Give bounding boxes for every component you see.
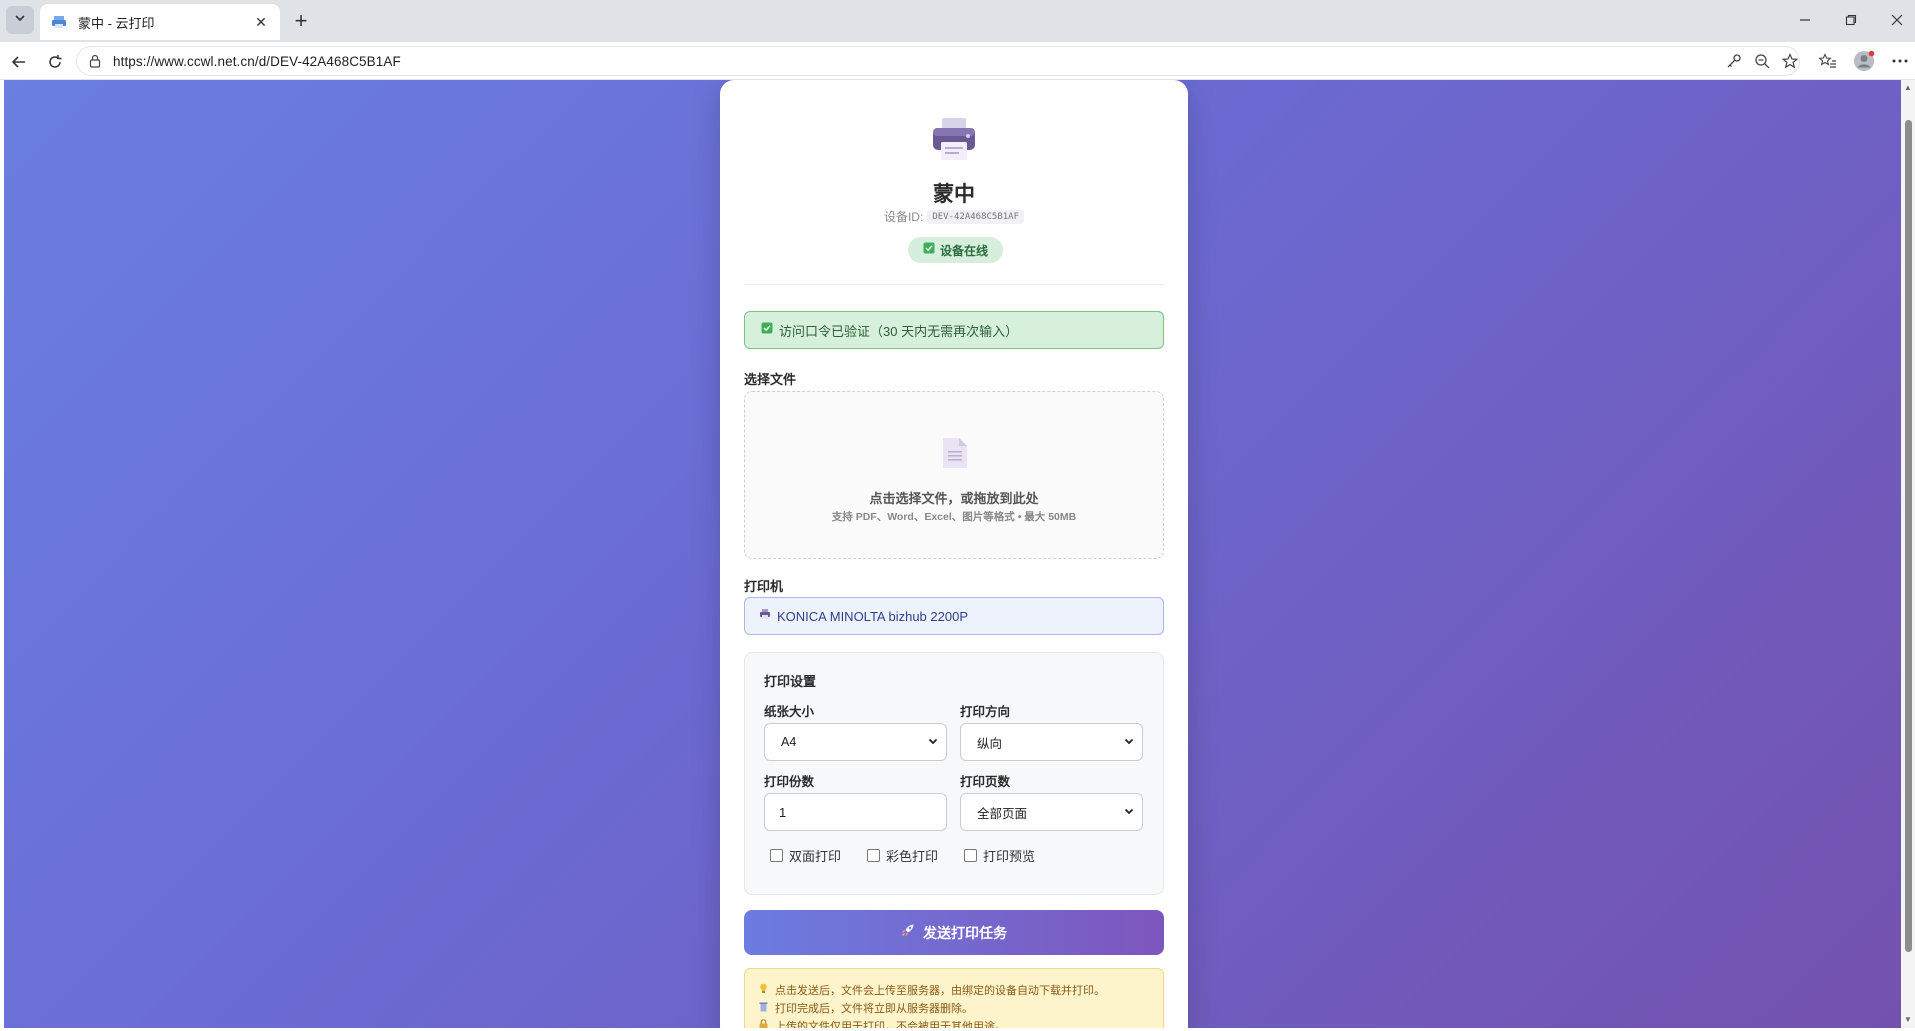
page-scrollbar[interactable]: ▲ ▼ bbox=[1901, 80, 1915, 1028]
trash-icon bbox=[759, 1001, 769, 1015]
printer-icon bbox=[930, 116, 978, 162]
restore-icon[interactable] bbox=[1836, 8, 1866, 32]
device-id-label: 设备ID: bbox=[883, 210, 924, 224]
url-field[interactable]: https://www.ccwl.net.cn/d/DEV-42A468C5B1… bbox=[76, 46, 1800, 76]
divider bbox=[744, 284, 1164, 285]
chevron-down-icon bbox=[928, 733, 938, 751]
file-drop-zone[interactable]: 点击选择文件，或拖放到此处 支持 PDF、Word、Excel、图片等格式 • … bbox=[744, 391, 1164, 559]
scroll-thumb[interactable] bbox=[1905, 120, 1912, 952]
copies-value: 1 bbox=[779, 804, 787, 820]
close-window-icon[interactable] bbox=[1882, 8, 1912, 32]
notice-line: 上传的文件仅用于打印，不会被用于其他用途。 bbox=[759, 1017, 1163, 1028]
tab-title: 蒙中 - 云打印 bbox=[78, 15, 155, 31]
check-icon bbox=[923, 241, 935, 259]
drop-zone-hint: 支持 PDF、Word、Excel、图片等格式 • 最大 50MB bbox=[831, 511, 1077, 523]
paper-size-select[interactable]: A4 bbox=[764, 723, 947, 761]
lightbulb-icon bbox=[759, 983, 769, 997]
send-print-job-button[interactable]: 发送打印任务 bbox=[744, 910, 1164, 955]
paper-size-value: A4 bbox=[781, 735, 797, 749]
notice-line: 点击发送后，文件会上传至服务器，由绑定的设备自动下载并打印。 bbox=[759, 981, 1163, 999]
chevron-down-icon bbox=[1124, 803, 1134, 821]
notice-line: 打印完成后，文件将立即从服务器删除。 bbox=[759, 999, 1163, 1017]
notice-box: 点击发送后，文件会上传至服务器，由绑定的设备自动下载并打印。 打印完成后，文件将… bbox=[744, 968, 1164, 1028]
status-badge: 设备在线 bbox=[908, 237, 1003, 263]
paper-size-label: 纸张大小 bbox=[764, 705, 815, 719]
back-icon[interactable] bbox=[6, 49, 32, 75]
orientation-value: 纵向 bbox=[977, 736, 1003, 751]
device-id-row: 设备ID: DEV-42A468C5B1AF bbox=[720, 208, 1188, 225]
color-checkbox[interactable] bbox=[867, 849, 880, 862]
copies-label: 打印份数 bbox=[764, 775, 815, 789]
copies-input[interactable]: 1 bbox=[764, 793, 947, 831]
printer-selector[interactable]: KONICA MINOLTA bizhub 2200P bbox=[744, 597, 1164, 635]
notice-text: 打印完成后，文件将立即从服务器删除。 bbox=[775, 1003, 973, 1015]
preview-checkbox-row[interactable]: 打印预览 bbox=[964, 846, 1035, 865]
printer-section-label: 打印机 bbox=[744, 579, 784, 594]
drop-zone-title: 点击选择文件，或拖放到此处 bbox=[869, 491, 1039, 506]
check-icon bbox=[761, 321, 773, 339]
duplex-checkbox[interactable] bbox=[770, 849, 783, 862]
chevron-down-icon bbox=[1124, 733, 1134, 751]
close-tab-icon[interactable]: ✕ bbox=[252, 13, 270, 31]
printer-small-icon bbox=[759, 607, 771, 625]
active-tab[interactable]: 蒙中 - 云打印 ✕ bbox=[40, 4, 280, 40]
printer-favicon-icon bbox=[50, 13, 68, 31]
duplex-checkbox-row[interactable]: 双面打印 bbox=[770, 846, 841, 865]
browser-tab-bar: 蒙中 - 云打印 ✕ + bbox=[0, 0, 1915, 42]
settings-title: 打印设置 bbox=[764, 674, 817, 689]
rocket-icon bbox=[901, 923, 915, 942]
address-bar-row: https://www.ccwl.net.cn/d/DEV-42A468C5B1… bbox=[0, 42, 1915, 80]
duplex-label: 双面打印 bbox=[789, 849, 842, 864]
scroll-up-icon[interactable]: ▲ bbox=[1904, 84, 1912, 92]
page-viewport: 蒙中 设备ID: DEV-42A468C5B1AF 设备在线 访问口令已验证（3… bbox=[4, 80, 1901, 1028]
zoom-icon[interactable] bbox=[1750, 49, 1774, 73]
pages-label: 打印页数 bbox=[960, 775, 1011, 789]
key-icon[interactable] bbox=[1722, 49, 1746, 73]
preview-checkbox[interactable] bbox=[964, 849, 977, 862]
pages-select[interactable]: 全部页面 bbox=[960, 793, 1143, 831]
device-id-value: DEV-42A468C5B1AF bbox=[927, 209, 1025, 224]
reload-icon[interactable] bbox=[42, 49, 68, 75]
favorite-star-icon[interactable] bbox=[1778, 49, 1802, 73]
pages-value: 全部页面 bbox=[977, 806, 1028, 821]
chevron-down-icon bbox=[14, 11, 26, 29]
notice-text: 点击发送后，文件会上传至服务器，由绑定的设备自动下载并打印。 bbox=[775, 985, 1105, 997]
orientation-label: 打印方向 bbox=[960, 705, 1011, 719]
favorites-list-icon[interactable] bbox=[1816, 49, 1840, 73]
url-text: https://www.ccwl.net.cn/d/DEV-42A468C5B1… bbox=[113, 53, 401, 69]
printer-name: KONICA MINOLTA bizhub 2200P bbox=[777, 608, 968, 624]
preview-label: 打印预览 bbox=[983, 849, 1036, 864]
color-label: 彩色打印 bbox=[886, 849, 939, 864]
profile-avatar-icon[interactable] bbox=[1852, 49, 1876, 73]
device-name: 蒙中 bbox=[933, 183, 975, 206]
print-settings-panel: 打印设置 纸张大小 A4 打印方向 纵向 打印份数 1 打印页数 全部页面 双面… bbox=[744, 652, 1164, 895]
send-print-job-label: 发送打印任务 bbox=[923, 924, 1007, 941]
tab-list-button[interactable] bbox=[6, 6, 34, 34]
color-checkbox-row[interactable]: 彩色打印 bbox=[867, 846, 938, 865]
auth-message: 访问口令已验证（30 天内无需再次输入） bbox=[779, 323, 1019, 339]
file-section-label: 选择文件 bbox=[744, 372, 797, 387]
document-icon bbox=[941, 436, 969, 470]
print-card: 蒙中 设备ID: DEV-42A468C5B1AF 设备在线 访问口令已验证（3… bbox=[720, 80, 1188, 1028]
minimize-icon[interactable] bbox=[1790, 8, 1820, 32]
more-menu-icon[interactable] bbox=[1888, 49, 1912, 73]
lock-icon bbox=[759, 1019, 769, 1028]
orientation-select[interactable]: 纵向 bbox=[960, 723, 1143, 761]
auth-verified-banner: 访问口令已验证（30 天内无需再次输入） bbox=[744, 311, 1164, 349]
scroll-down-icon[interactable]: ▼ bbox=[1904, 1016, 1912, 1024]
new-tab-button[interactable]: + bbox=[288, 8, 314, 34]
lock-icon[interactable] bbox=[87, 53, 103, 69]
notice-text: 上传的文件仅用于打印，不会被用于其他用途。 bbox=[775, 1021, 1006, 1028]
status-text: 设备在线 bbox=[939, 243, 988, 258]
